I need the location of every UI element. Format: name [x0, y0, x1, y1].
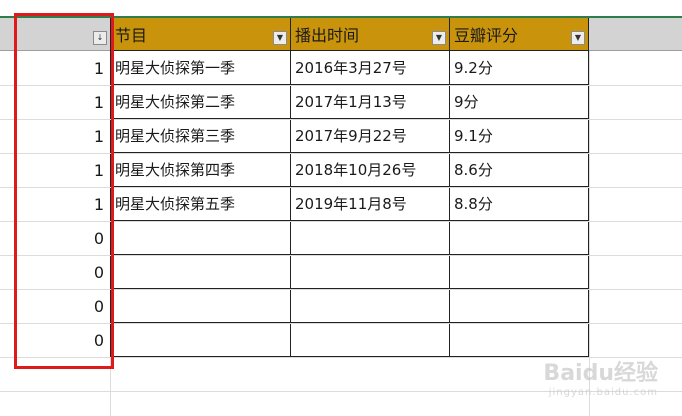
- air-date-cell[interactable]: [291, 289, 450, 323]
- watermark-url: jingyan.baidu.com: [548, 387, 658, 398]
- program-header-label: 节目: [115, 26, 148, 45]
- watermark-text: Baidu经验: [543, 361, 658, 386]
- program-cell[interactable]: 明星大侦探第一季: [110, 51, 291, 85]
- air-date-header-cell[interactable]: 播出时间 ▼: [291, 18, 450, 51]
- flag-cell[interactable]: 1: [0, 51, 110, 85]
- rating-cell[interactable]: 9分: [450, 85, 589, 119]
- air-date-cell[interactable]: 2017年9月22号: [291, 119, 450, 153]
- grid-line: [0, 255, 682, 256]
- air-date-header-label: 播出时间: [295, 26, 360, 45]
- grid-line: [0, 323, 682, 324]
- rating-header-cell[interactable]: 豆瓣评分 ▼: [450, 18, 589, 51]
- flag-cell[interactable]: 0: [0, 255, 110, 289]
- flag-cell[interactable]: 1: [0, 119, 110, 153]
- air-date-cell[interactable]: 2019年11月8号: [291, 187, 450, 221]
- air-date-cell[interactable]: 2016年3月27号: [291, 51, 450, 85]
- empty-header-cell[interactable]: [589, 18, 682, 51]
- table-row: 0: [0, 289, 682, 323]
- table-row: 0: [0, 221, 682, 255]
- program-cell[interactable]: [110, 221, 291, 255]
- rating-cell[interactable]: [450, 255, 589, 289]
- rating-cell[interactable]: 8.6分: [450, 153, 589, 187]
- header-row: ↓ 节目 ▼ 播出时间 ▼ 豆瓣评分 ▼: [0, 18, 682, 51]
- table-row: 1 明星大侦探第一季 2016年3月27号 9.2分: [0, 51, 682, 85]
- table-row: 0: [0, 323, 682, 357]
- filter-dropdown-icon[interactable]: ▼: [571, 31, 585, 45]
- grid-line: [0, 187, 682, 188]
- rating-cell[interactable]: [450, 323, 589, 357]
- flag-cell[interactable]: 1: [0, 187, 110, 221]
- flag-cell[interactable]: 1: [0, 153, 110, 187]
- flag-cell[interactable]: 0: [0, 289, 110, 323]
- program-header-cell[interactable]: 节目 ▼: [110, 18, 291, 51]
- air-date-cell[interactable]: [291, 323, 450, 357]
- table-row: 1 明星大侦探第二季 2017年1月13号 9分: [0, 85, 682, 119]
- rating-cell[interactable]: 9.2分: [450, 51, 589, 85]
- table-row: 1 明星大侦探第三季 2017年9月22号 9.1分: [0, 119, 682, 153]
- watermark: Baidu经验 jingyan.baidu.com: [543, 355, 658, 398]
- rating-cell[interactable]: 8.8分: [450, 187, 589, 221]
- filter-dropdown-icon[interactable]: ▼: [273, 31, 287, 45]
- rating-cell[interactable]: [450, 289, 589, 323]
- grid-line: [0, 153, 682, 154]
- sort-filter-icon[interactable]: ↓: [93, 31, 107, 45]
- table-row: 0: [0, 255, 682, 289]
- air-date-cell[interactable]: [291, 255, 450, 289]
- rating-cell[interactable]: [450, 221, 589, 255]
- program-cell[interactable]: 明星大侦探第二季: [110, 85, 291, 119]
- air-date-cell[interactable]: 2017年1月13号: [291, 85, 450, 119]
- air-date-cell[interactable]: 2018年10月26号: [291, 153, 450, 187]
- grid-line: [0, 119, 682, 120]
- grid-line: [0, 85, 682, 86]
- program-cell[interactable]: 明星大侦探第四季: [110, 153, 291, 187]
- program-cell[interactable]: 明星大侦探第三季: [110, 119, 291, 153]
- column-a-header-cell[interactable]: ↓: [0, 18, 110, 51]
- program-cell[interactable]: [110, 289, 291, 323]
- flag-cell[interactable]: 0: [0, 323, 110, 357]
- grid-line: [0, 221, 682, 222]
- program-cell[interactable]: 明星大侦探第五季: [110, 187, 291, 221]
- program-cell[interactable]: [110, 323, 291, 357]
- rating-header-label: 豆瓣评分: [454, 26, 519, 45]
- flag-cell[interactable]: 1: [0, 85, 110, 119]
- table-row: 1 明星大侦探第五季 2019年11月8号 8.8分: [0, 187, 682, 221]
- rating-cell[interactable]: 9.1分: [450, 119, 589, 153]
- flag-cell[interactable]: 0: [0, 221, 110, 255]
- air-date-cell[interactable]: [291, 221, 450, 255]
- filter-dropdown-icon[interactable]: ▼: [432, 31, 446, 45]
- program-cell[interactable]: [110, 255, 291, 289]
- table-row: 1 明星大侦探第四季 2018年10月26号 8.6分: [0, 153, 682, 187]
- grid-line: [0, 289, 682, 290]
